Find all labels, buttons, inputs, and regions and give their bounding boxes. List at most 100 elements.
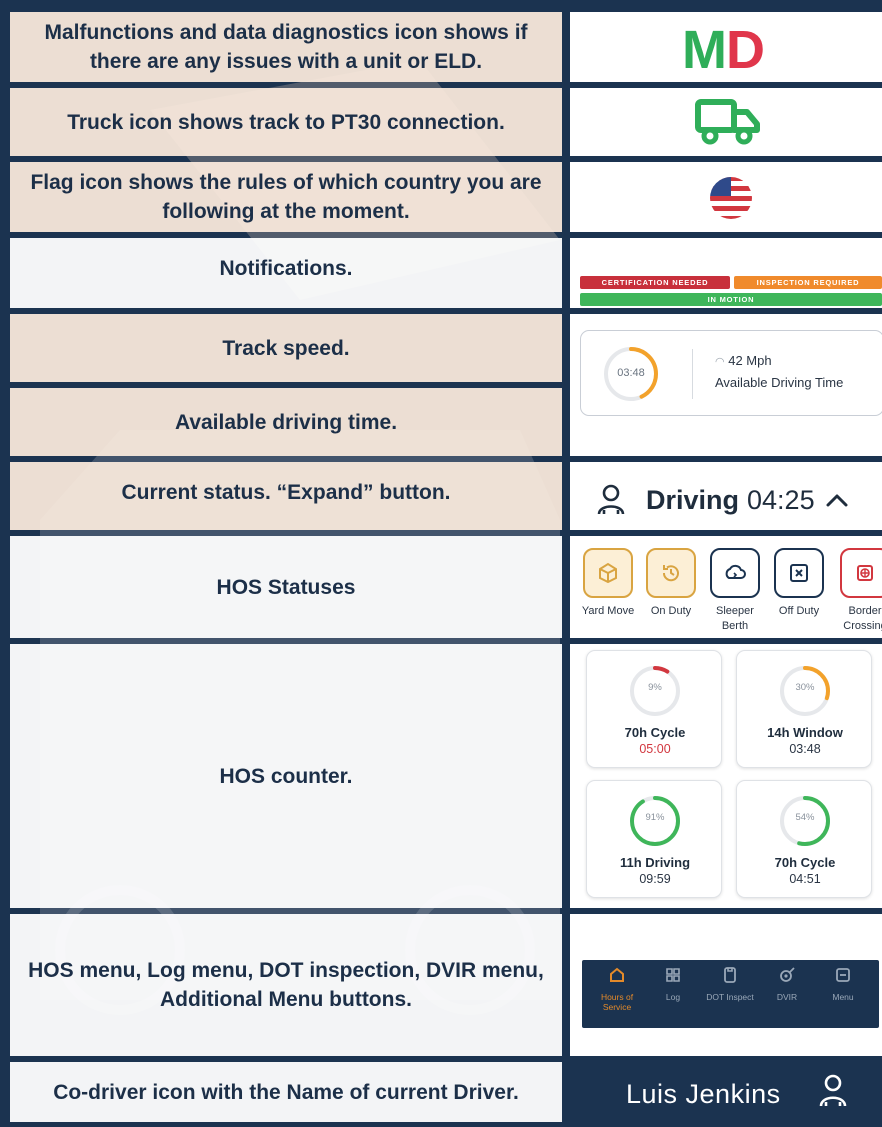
nav-label: DVIR [776, 992, 798, 1002]
hos-counter-card[interactable]: 54% 70h Cycle 04:51 [736, 780, 872, 898]
md-cell: MD [570, 12, 882, 82]
row-description: HOS Statuses [10, 536, 562, 638]
nav-hours-of-service[interactable]: Hours of Service [592, 966, 642, 1012]
on-duty-label: On Duty [650, 605, 692, 617]
row-description: HOS counter. [10, 644, 562, 908]
counter-time: 03:48 [789, 742, 821, 756]
counter-name: 70h Cycle [774, 855, 836, 870]
row-description: Notifications. [10, 238, 562, 308]
row-description: Co-driver icon with the Name of current … [10, 1062, 562, 1122]
row-description: HOS menu, Log menu, DOT inspection, DVIR… [10, 914, 562, 1056]
log-icon [666, 968, 680, 982]
current-status[interactable]: Driving 04:25 [596, 478, 849, 522]
dot-inspect-icon [724, 967, 736, 983]
hos-counter-card[interactable]: 30% 14h Window 03:48 [736, 650, 872, 768]
truck-cell [570, 88, 882, 156]
counter-time: 09:59 [639, 872, 671, 886]
notifications-cell: CERTIFICATION NEEDED INSPECTION REQUIRED… [570, 238, 882, 308]
nav-log[interactable]: Log [648, 966, 698, 1002]
menu-icon [836, 968, 850, 982]
flag-cell [570, 162, 882, 232]
truck-speed: ◠ 42 Mph [715, 353, 772, 368]
ring-time: 03:48 [617, 367, 645, 379]
driver-person-icon [597, 484, 625, 515]
co-driver-icon[interactable] [818, 1074, 848, 1108]
status-cell: Driving 04:25 [570, 462, 882, 530]
sleeper-berth-button[interactable] [710, 548, 760, 598]
row-description: Track speed. [10, 314, 562, 382]
menu-cell: Hours of Service Log DOT Inspect DVIR Me… [570, 914, 882, 1056]
in-motion-badge[interactable]: IN MOTION [580, 293, 882, 306]
nav-menu[interactable]: Menu [818, 966, 868, 1002]
malfunction-diagnostics-icon[interactable]: MD [682, 20, 765, 80]
nav-label: Hours of Service [600, 992, 634, 1012]
chevron-up-icon[interactable] [825, 492, 849, 508]
counter-name: 70h Cycle [624, 725, 686, 740]
speed-value: 42 Mph [728, 353, 772, 368]
nav-label: Menu [832, 992, 854, 1002]
border-crossing-icon [857, 565, 873, 581]
row-menu: HOS menu, Log menu, DOT inspection, DVIR… [0, 914, 882, 1056]
dvir-icon [780, 967, 795, 982]
status-label: Driving [646, 484, 740, 515]
border-crossing-button[interactable] [840, 548, 882, 598]
border-crossing-label: Border Crossing [843, 605, 882, 632]
sleeper-berth-label: Sleeper Berth [716, 605, 754, 632]
hos-counter-cell: 9% 70h Cycle 05:00 30% 14h Window 03:48 … [570, 644, 882, 908]
yard-move-button[interactable] [583, 548, 633, 598]
row-notifications: Notifications. CERTIFICATION NEEDED INSP… [0, 238, 882, 308]
row-hos-statuses: HOS Statuses Yard Move On Duty Sleeper B… [0, 536, 882, 638]
counter-name: 11h Driving [619, 855, 691, 870]
sleeper-berth-icon [725, 564, 746, 579]
driver-name: Luis Jenkins [626, 1079, 781, 1109]
row-current-status: Current status. “Expand” button. Driving… [0, 462, 882, 530]
off-duty-button[interactable] [774, 548, 824, 598]
off-duty-label: Off Duty [778, 605, 820, 617]
us-flag-icon[interactable] [709, 176, 753, 220]
yard-move-icon [599, 562, 617, 584]
on-duty-icon [662, 565, 679, 582]
inspection-badge[interactable]: INSPECTION REQUIRED [734, 276, 882, 289]
row-description: Flag icon shows the rules of which count… [10, 162, 562, 232]
feature-guide: Malfunctions and data diagnostics icon s… [0, 0, 882, 1127]
bottom-navigation: Hours of Service Log DOT Inspect DVIR Me… [582, 960, 879, 1028]
row-flag: Flag icon shows the rules of which count… [0, 162, 882, 232]
row-driver: Co-driver icon with the Name of current … [0, 1062, 882, 1127]
nav-dot-inspect[interactable]: DOT Inspect [705, 966, 755, 1002]
row-speed: Track speed. Available driving time. 03:… [0, 314, 882, 456]
row-description: Available driving time. [10, 388, 562, 456]
md-letter-d: D [725, 20, 765, 80]
row-description: Current status. “Expand” button. [10, 462, 562, 530]
counter-percent: 9% [648, 682, 662, 693]
off-duty-icon [790, 564, 808, 582]
driving-time-card[interactable]: 03:48 ◠ 42 Mph Available Driving Time [580, 330, 882, 416]
counter-time: 04:51 [789, 872, 821, 886]
driver-cell: Luis Jenkins [570, 1062, 882, 1127]
available-driving-label: Available Driving Time [715, 375, 844, 390]
speed-cell: 03:48 ◠ 42 Mph Available Driving Time [570, 314, 882, 456]
row-truck: Truck icon shows track to PT30 connectio… [0, 88, 882, 156]
truck-icon[interactable] [695, 98, 761, 146]
row-malfunctions: Malfunctions and data diagnostics icon s… [0, 12, 882, 82]
counter-name: 14h Window [767, 725, 843, 740]
nav-label: DOT Inspect [706, 992, 754, 1002]
status-time: 04:25 [747, 484, 815, 515]
certification-badge[interactable]: CERTIFICATION NEEDED [580, 276, 730, 289]
home-icon [610, 967, 624, 982]
row-description: Malfunctions and data diagnostics icon s… [10, 12, 562, 82]
row-hos-counter: HOS counter. 9% 70h Cycle 05:00 30% 14h … [0, 644, 882, 908]
hos-statuses-cell: Yard Move On Duty Sleeper Berth Off Duty… [570, 536, 882, 638]
md-letter-m: M [682, 20, 727, 80]
counter-percent: 54% [795, 812, 815, 823]
counter-percent: 30% [795, 682, 815, 693]
hos-counter-card[interactable]: 91% 11h Driving 09:59 [586, 780, 722, 898]
yard-move-label: Yard Move [581, 605, 635, 617]
speedometer-icon: ◠ [715, 356, 725, 368]
divider [692, 349, 693, 399]
nav-dvir[interactable]: DVIR [762, 966, 812, 1002]
nav-label: Log [665, 992, 681, 1002]
hos-counter-card[interactable]: 9% 70h Cycle 05:00 [586, 650, 722, 768]
counter-percent: 91% [645, 812, 665, 823]
on-duty-button[interactable] [646, 548, 696, 598]
row-description: Truck icon shows track to PT30 connectio… [10, 88, 562, 156]
